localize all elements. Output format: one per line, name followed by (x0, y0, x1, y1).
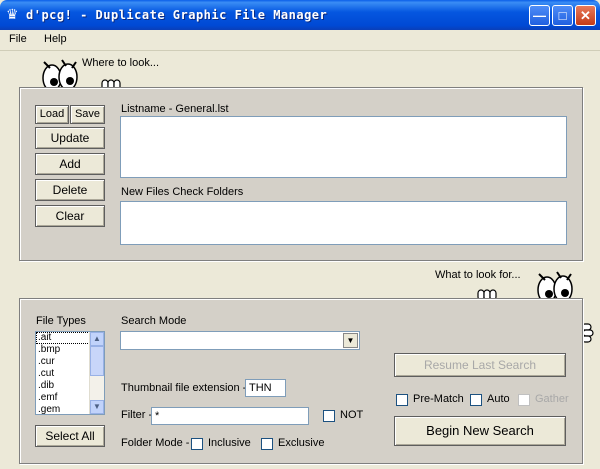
gather-label: Gather (535, 393, 569, 405)
window-title: d'pcg! - Duplicate Graphic File Manager (26, 8, 328, 22)
prematch-label: Pre-Match (413, 393, 464, 405)
not-label: NOT (340, 409, 364, 421)
inclusive-label: Inclusive (208, 437, 251, 449)
scroll-thumb[interactable] (90, 346, 104, 376)
auto-label: Auto (487, 393, 510, 405)
scroll-down-icon[interactable]: ▼ (90, 400, 104, 414)
auto-checkbox[interactable] (470, 394, 482, 406)
menu-help[interactable]: Help (44, 33, 67, 45)
file-types-scrollbar[interactable]: ▲ ▼ (89, 332, 104, 414)
close-icon: ✕ (580, 8, 591, 23)
folder-mode-label: Folder Mode - (121, 437, 190, 449)
search-mode-label: Search Mode (121, 315, 187, 327)
listname-list[interactable] (120, 116, 567, 178)
prematch-checkbox[interactable] (396, 394, 408, 406)
search-mode-select[interactable]: ▼ (120, 331, 360, 350)
close-button[interactable]: ✕ (575, 5, 596, 26)
delete-button[interactable]: Delete (35, 179, 105, 201)
file-types-list[interactable]: .ait .bmp .cur .cut .dib .emf .gem ▲ ▼ (35, 331, 105, 415)
new-files-list[interactable] (120, 201, 567, 245)
chevron-down-icon[interactable]: ▼ (343, 333, 358, 348)
minimize-icon: — (533, 8, 546, 23)
menu-file[interactable]: File (9, 33, 27, 45)
filter-input[interactable]: * (151, 407, 309, 425)
load-button[interactable]: Load (35, 105, 69, 124)
not-checkbox[interactable] (323, 410, 335, 422)
filter-label: Filter - (121, 409, 153, 421)
app-icon[interactable]: ♛ (6, 6, 22, 22)
add-button[interactable]: Add (35, 153, 105, 175)
new-files-label: New Files Check Folders (121, 186, 244, 198)
gather-checkbox[interactable] (518, 394, 530, 406)
file-types-label: File Types (36, 315, 86, 327)
inclusive-checkbox[interactable] (191, 438, 203, 450)
scroll-up-icon[interactable]: ▲ (90, 332, 104, 346)
thumb-ext-label: Thumbnail file extension - (121, 382, 247, 394)
listname-label: Listname - General.lst (121, 103, 229, 115)
resume-search-button[interactable]: Resume Last Search (394, 353, 566, 377)
save-button[interactable]: Save (70, 105, 105, 124)
maximize-icon: □ (558, 8, 567, 23)
title-bar[interactable]: ♛ d'pcg! - Duplicate Graphic File Manage… (0, 0, 600, 30)
thumb-ext-input[interactable]: THN (245, 379, 286, 397)
select-all-button[interactable]: Select All (35, 425, 105, 447)
menu-bar: File Help (0, 30, 600, 51)
clear-button[interactable]: Clear (35, 205, 105, 227)
exclusive-label: Exclusive (278, 437, 325, 449)
minimize-button[interactable]: — (529, 5, 550, 26)
begin-search-button[interactable]: Begin New Search (394, 416, 566, 446)
exclusive-checkbox[interactable] (261, 438, 273, 450)
maximize-button[interactable]: □ (552, 5, 573, 26)
where-heading: Where to look... (82, 57, 160, 69)
update-button[interactable]: Update (35, 127, 105, 149)
